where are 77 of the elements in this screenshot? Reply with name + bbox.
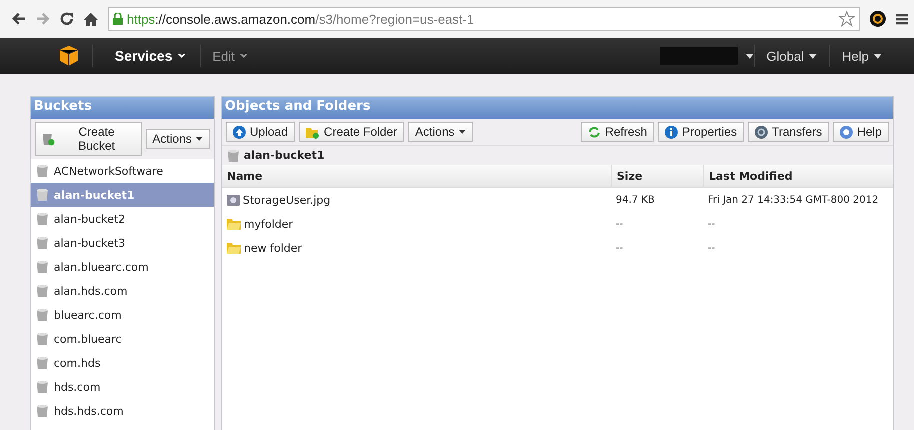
bucket-icon: [37, 357, 48, 369]
bucket-icon: [37, 213, 48, 225]
actions-dropdown[interactable]: Actions: [408, 122, 473, 142]
edit-menu[interactable]: Edit: [200, 48, 260, 64]
modified-cell-text: Fri Jan 27 14:33:54 GMT-800 2012: [707, 194, 880, 206]
folder-icon: [227, 242, 241, 254]
url-text: https://console.aws.amazon.com/s3/home?region=us-east-1: [127, 12, 476, 26]
object-name[interactable]: StorageUser.jpg: [243, 194, 331, 206]
column-header[interactable]: Name: [222, 165, 611, 187]
caret-icon: [458, 130, 466, 134]
services-menu[interactable]: Services: [93, 48, 200, 64]
caret-icon: [240, 54, 248, 58]
bucket-item[interactable]: ACNetworkSoftware: [31, 159, 214, 183]
up-arrow-icon: [233, 126, 246, 138]
bucket-icon: [37, 381, 48, 393]
help-icon: [840, 126, 854, 138]
create-bucket-button[interactable]: Create Bucket: [35, 122, 142, 156]
star-icon[interactable]: [839, 11, 855, 27]
image-file-icon: [227, 194, 240, 206]
refresh-icon: [588, 126, 602, 138]
home-icon[interactable]: [84, 12, 98, 26]
region-menu[interactable]: Global: [754, 48, 830, 64]
help-button[interactable]: Help: [833, 122, 889, 142]
size-cell-text: --: [615, 242, 624, 254]
panel-title: Buckets: [31, 97, 214, 119]
transfers-icon: [755, 126, 768, 138]
folder-icon: [227, 218, 241, 230]
bucket-icon: [37, 165, 48, 177]
menu-icon[interactable]: [896, 14, 908, 24]
bucket-icon: [37, 309, 48, 321]
caret-icon: [196, 137, 203, 141]
caret-icon: [178, 54, 186, 58]
info-icon: [665, 126, 678, 138]
bucket-item[interactable]: com.bluearc: [31, 327, 214, 351]
folder-button[interactable]: Create Folder: [299, 122, 404, 142]
transfers-button[interactable]: Transfers: [748, 122, 830, 142]
bucket-item[interactable]: hds.com: [31, 375, 214, 399]
bucket-icon: [37, 189, 48, 201]
size-cell-text: --: [615, 218, 624, 230]
bucket-item[interactable]: alan-bucket2: [31, 207, 214, 231]
refresh-button[interactable]: Refresh: [581, 122, 654, 142]
bucket-item[interactable]: alan.hds.com: [31, 279, 214, 303]
panel-title: Objects and Folders: [222, 97, 893, 119]
object-name[interactable]: new folder: [244, 242, 302, 254]
bucket-item[interactable]: alan.bluearc.com: [31, 255, 214, 279]
column-header[interactable]: Last Modified: [703, 165, 893, 187]
folder-add-icon: [306, 126, 320, 138]
size-cell-text: 94.7 KB: [615, 194, 656, 206]
modified-cell-text: --: [707, 242, 716, 254]
bucket-item[interactable]: com.hds: [31, 351, 214, 375]
help-menu[interactable]: Help: [830, 48, 894, 64]
object-name[interactable]: myfolder: [244, 218, 294, 230]
bucket-icon: [37, 261, 48, 273]
bucket-item[interactable]: bluearc.com: [31, 303, 214, 327]
modified-cell-text: --: [707, 218, 716, 230]
bucket-path: alan-bucket1: [244, 149, 325, 162]
lock-icon: [113, 13, 123, 25]
caret-icon[interactable]: [746, 54, 754, 58]
bucket-icon: [37, 285, 48, 297]
bucket-add-icon: [42, 132, 55, 146]
reload-icon[interactable]: [60, 12, 74, 26]
upload-button[interactable]: Upload: [226, 122, 296, 142]
back-icon[interactable]: [12, 13, 26, 25]
caret-icon: [874, 54, 882, 58]
address-bar[interactable]: https://console.aws.amazon.com/s3/home?region=us-east-1: [108, 7, 860, 31]
actions-dropdown[interactable]: Actions: [146, 129, 210, 149]
bucket-item[interactable]: alan-bucket3: [31, 231, 214, 255]
cube-logo-icon[interactable]: [60, 46, 78, 66]
bucket-icon: [228, 150, 239, 162]
bucket-icon: [37, 405, 48, 417]
properties-button[interactable]: Properties: [658, 122, 744, 142]
bucket-icon: [37, 333, 48, 345]
bucket-item[interactable]: hds.hds.com: [31, 399, 214, 423]
caret-icon: [809, 54, 818, 58]
extension-icon[interactable]: [870, 11, 886, 27]
column-header[interactable]: Size: [611, 165, 703, 187]
bucket-icon: [37, 237, 48, 249]
